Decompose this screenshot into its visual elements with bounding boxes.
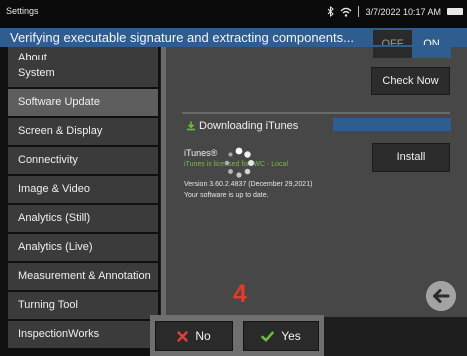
sidebar-item-label: Turning Tool (18, 299, 78, 311)
sidebar-item-label: Connectivity (18, 154, 78, 166)
install-button[interactable]: Install (372, 143, 450, 172)
sidebar-item-label: Measurement & Annotation (18, 270, 151, 282)
sidebar-item-label: Image & Video (18, 183, 90, 195)
sidebar-item-measurement-annotation[interactable]: Measurement & Annotation (8, 263, 158, 290)
toggle-off-option[interactable]: OFF (373, 30, 412, 58)
sidebar-item-label: System (18, 67, 55, 79)
itunes-version: Version 3.60.2.4837 (December 29,2021) (184, 181, 313, 188)
sidebar-item-label: Software Update (18, 96, 100, 108)
close-icon (177, 330, 189, 342)
battery-icon (447, 8, 463, 15)
checkmark-icon (261, 331, 275, 341)
status-datetime: 3/7/2022 10:17 AM (365, 6, 441, 17)
sidebar-item-label: Analytics (Live) (18, 241, 93, 253)
download-label: Downloading iTunes (199, 120, 299, 132)
sidebar-item-label: Analytics (Still) (18, 212, 91, 224)
sidebar-item-analytics-still[interactable]: Analytics (Still) (8, 205, 158, 232)
banner-message: Verifying executable signature and extra… (10, 30, 354, 45)
sidebar-item-turning-tool[interactable]: Turning Tool (8, 292, 158, 319)
loading-spinner-icon (224, 147, 254, 178)
sidebar-item-screen-display[interactable]: Screen & Display (8, 118, 158, 145)
download-status: Downloading iTunes (186, 120, 298, 132)
wifi-icon (340, 7, 352, 17)
section-divider (182, 112, 450, 114)
download-icon (187, 121, 195, 131)
banner-edge (166, 45, 467, 47)
status-bar: Settings 3/7/2022 10:17 AM (0, 0, 467, 28)
sidebar-item-inspectionworks[interactable]: InspectionWorks (8, 321, 158, 348)
sidebar-item-label: InspectionWorks (18, 328, 100, 340)
sidebar-item-software-update[interactable]: Software Update (8, 89, 158, 116)
download-progress-bar (333, 118, 451, 131)
update-status-text: Your software is up to date. (184, 192, 269, 199)
toggle-on-option[interactable]: ON (412, 30, 451, 58)
back-arrow-icon[interactable] (426, 281, 456, 311)
sidebar-item-label: Screen & Display (18, 125, 103, 137)
yes-button-label: Yes (281, 329, 301, 343)
yes-button[interactable]: Yes (243, 321, 319, 351)
sidebar-item-connectivity[interactable]: Connectivity (8, 147, 158, 174)
itunes-title: iTunes® (184, 148, 218, 158)
window-title: Settings (6, 6, 39, 16)
no-button[interactable]: No (155, 321, 233, 351)
settings-sidebar: About System Software Update Screen & Di… (0, 45, 160, 356)
no-button-label: No (195, 329, 211, 343)
sidebar-item-analytics-live[interactable]: Analytics (Live) (8, 234, 158, 261)
status-separator (358, 6, 360, 17)
bluetooth-icon (328, 6, 335, 17)
step-number-annotation: 4 (233, 280, 247, 308)
check-now-button[interactable]: Check Now (371, 67, 450, 95)
auto-update-toggle[interactable]: OFF ON (373, 30, 451, 58)
status-indicators: 3/7/2022 10:17 AM (327, 6, 463, 17)
sidebar-item-image-video[interactable]: Image & Video (8, 176, 158, 203)
sidebar-item-system[interactable]: System (8, 60, 158, 87)
